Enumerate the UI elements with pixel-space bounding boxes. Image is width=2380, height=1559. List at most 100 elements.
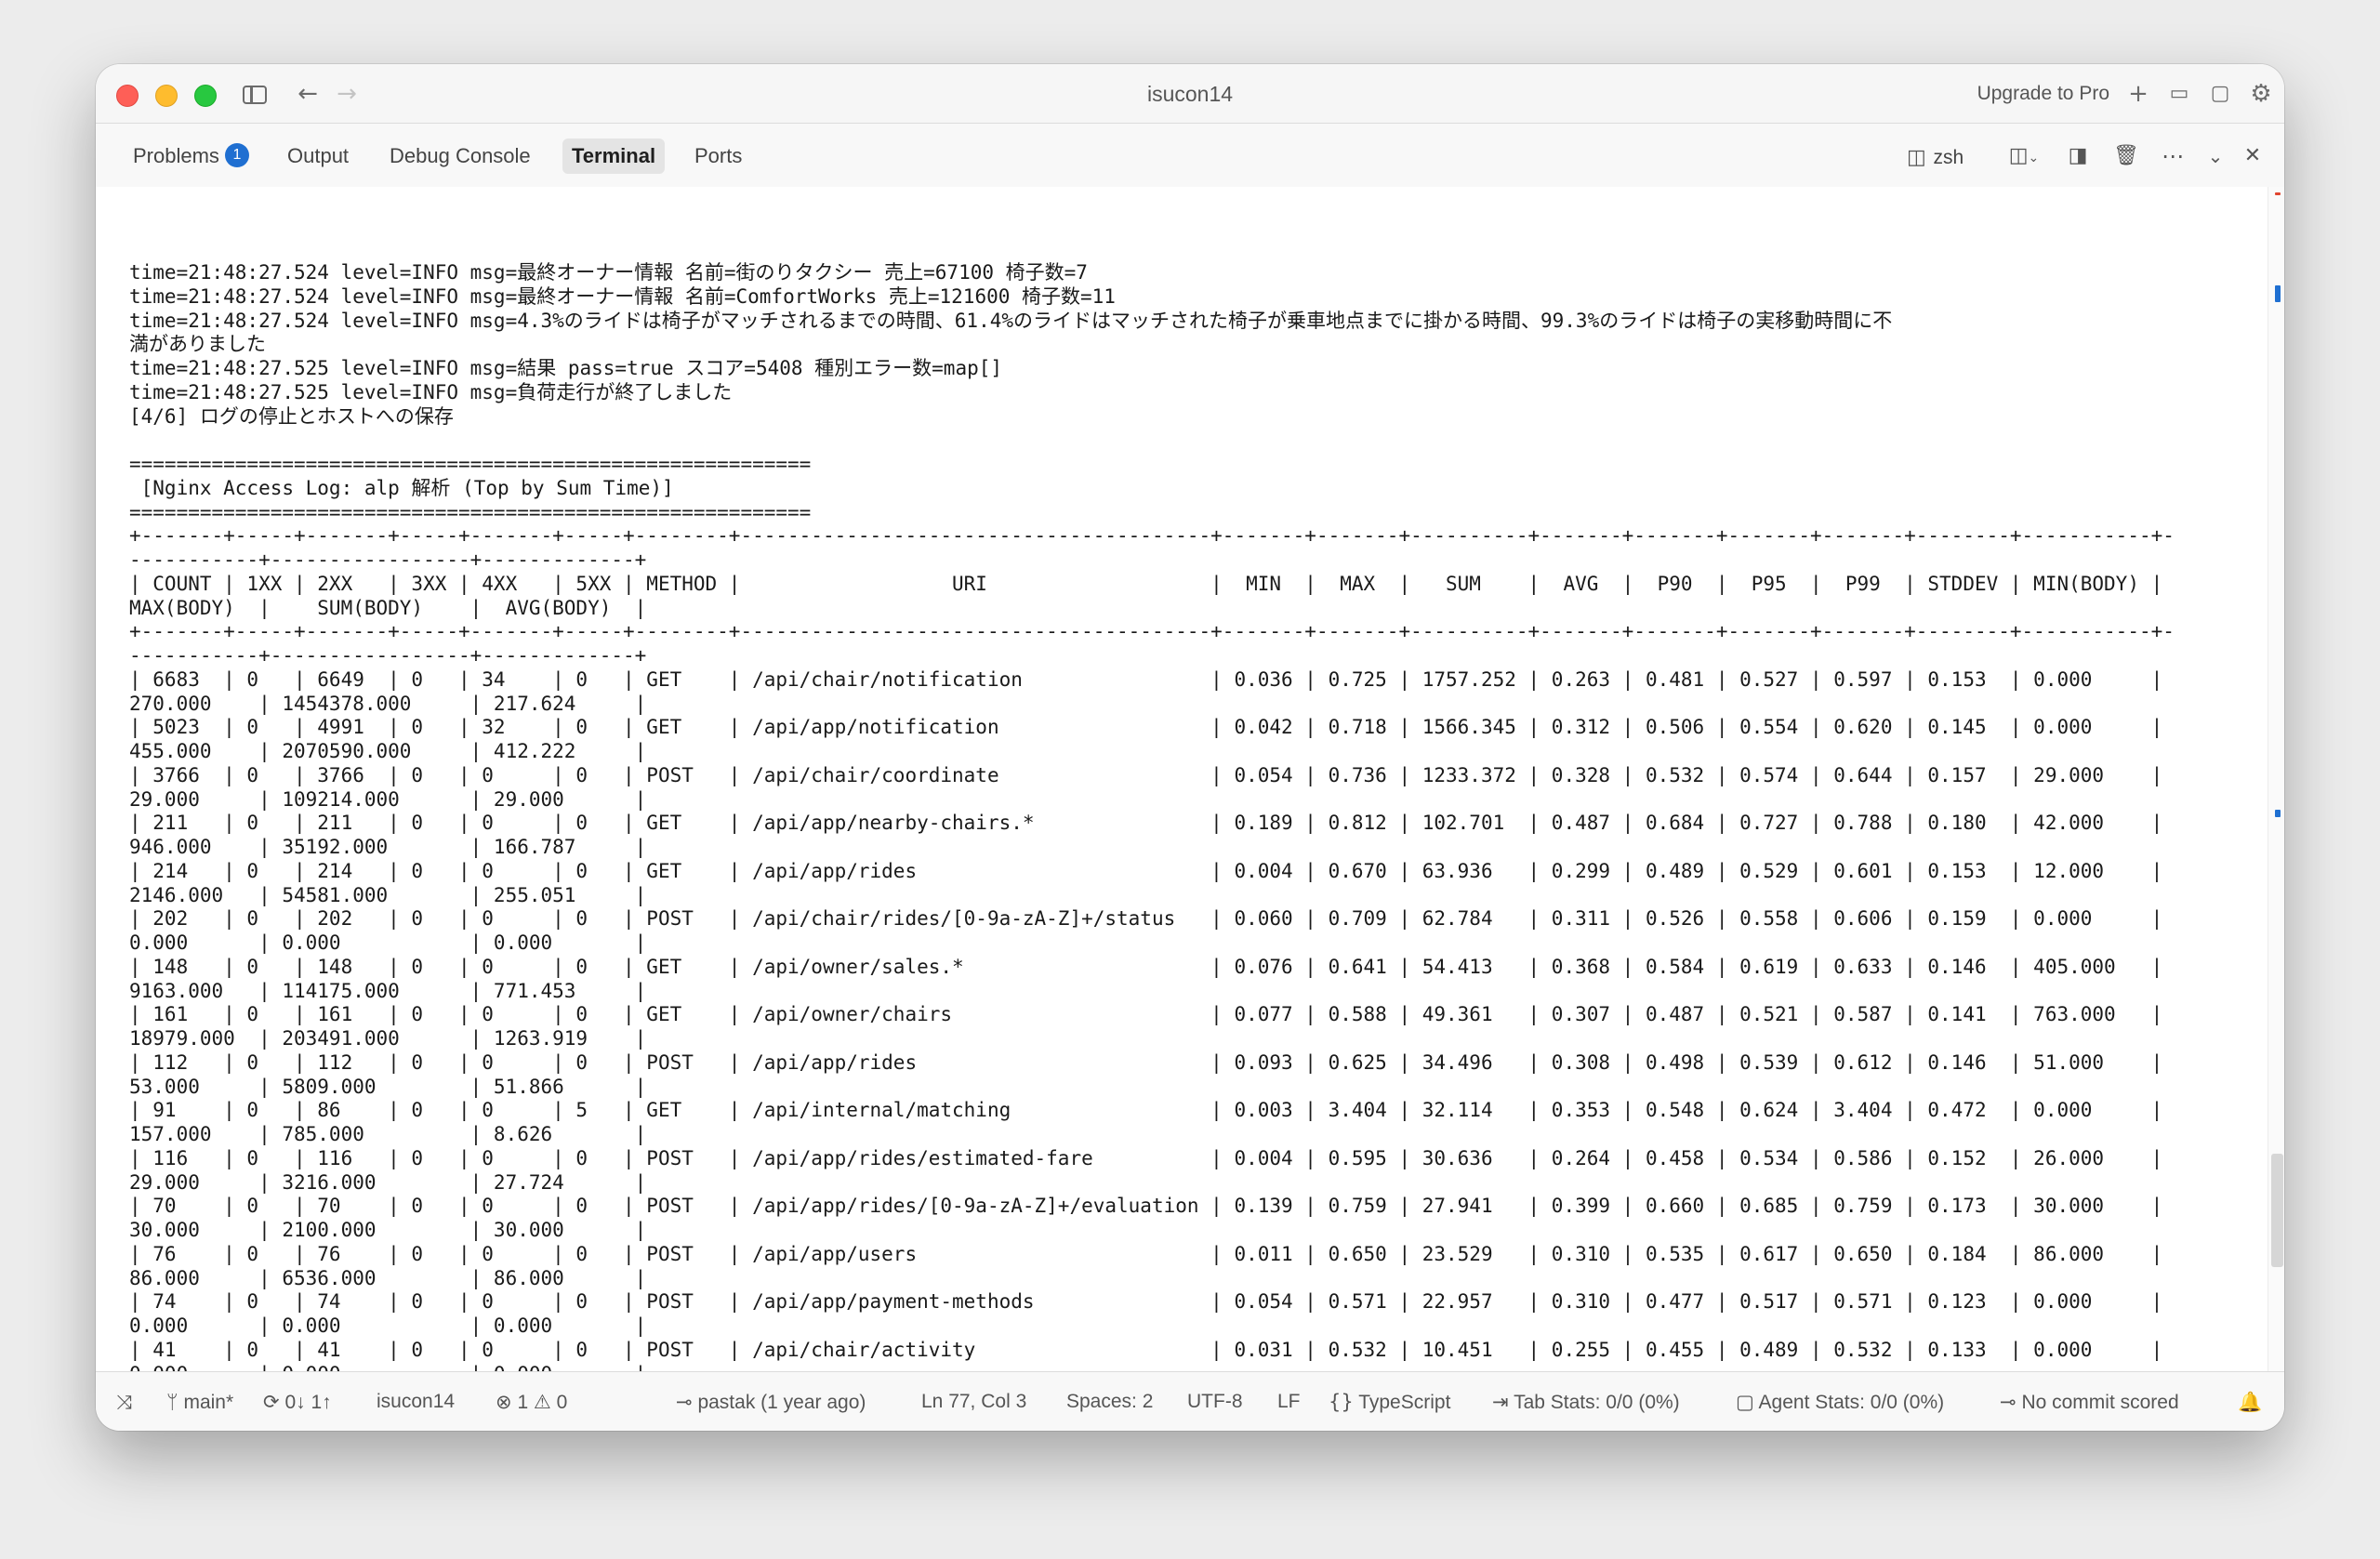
tab-ports[interactable]: Ports [685, 139, 751, 174]
tab-output[interactable]: Output [278, 139, 358, 174]
terminal-line: -----------+-----------------+----------… [129, 644, 647, 667]
indentation-status[interactable]: Spaces: 2 [1066, 1372, 1153, 1431]
title-bar: ← → isucon14 Upgrade to Pro + ▭ ▢ ⚙ [96, 64, 2284, 124]
sync-counts: 0↓ 1↑ [284, 1392, 332, 1413]
chat-icon: ▢ [1736, 1391, 1754, 1413]
terminal-line: 満がありました [129, 333, 266, 356]
encoding-status[interactable]: UTF-8 [1187, 1372, 1243, 1431]
chat-icon[interactable]: ▢ [2204, 77, 2236, 111]
terminal-line: | 74 | 0 | 74 | 0 | 0 | 0 | POST | /api/… [129, 1290, 2163, 1314]
commit-score[interactable]: ⊸ No commit scored [2000, 1372, 2179, 1431]
terminal-line: 0.000 | 0.000 | 0.000 | [129, 1363, 2175, 1372]
git-sync-status[interactable]: ⟳ 0↓ 1↑ [263, 1372, 332, 1431]
scroll-marker-change [2275, 285, 2281, 302]
terminal-line: | 6683 | 0 | 6649 | 0 | 34 | 0 | GET | /… [129, 667, 2163, 691]
scroll-thumb[interactable] [2271, 1154, 2283, 1267]
terminal-line: 86.000 | 6536.000 | 86.000 | [129, 1266, 647, 1289]
problems-count-badge: 1 [224, 143, 249, 168]
tab-label: Output [287, 144, 350, 167]
tab-terminal[interactable]: Terminal [562, 139, 666, 174]
terminal-scrollbar[interactable] [2268, 187, 2284, 1371]
plus-icon[interactable]: + [2122, 77, 2154, 111]
status-bar: ⤨ ᛘ main* ⟳ 0↓ 1↑ isucon14 ⊗ 1 ⚠ 0 ⊸ pas… [96, 1371, 2284, 1431]
terminal-line: 946.000 | 35192.000 | 166.787 | [129, 836, 647, 858]
tab-debug-console[interactable]: Debug Console [380, 139, 540, 174]
error-count: 1 [517, 1392, 529, 1413]
terminal-line: 2146.000 | 54581.000 | 255.051 | [129, 883, 647, 906]
tab-label: Debug Console [390, 144, 531, 167]
sync-icon: ⟳ [263, 1391, 280, 1413]
terminal-line: | 76 | 0 | 76 | 0 | 0 | 0 | POST | /api/… [129, 1242, 2163, 1265]
panel-layout-icon[interactable]: ▭ [2163, 77, 2195, 111]
terminal-line: | 148 | 0 | 148 | 0 | 0 | 0 | GET | /api… [129, 955, 2163, 978]
cursor-position[interactable]: Ln 77, Col 3 [921, 1372, 1026, 1431]
braces-icon: {} [1329, 1391, 1354, 1413]
terminal-line: time=21:48:27.525 level=INFO msg=負荷走行が終了… [129, 380, 733, 403]
upgrade-to-pro-link[interactable]: Upgrade to Pro [1977, 64, 2109, 124]
remote-icon[interactable]: ⤨ [116, 1372, 132, 1431]
terminal-icon: ◫ [1907, 146, 1926, 169]
terminal-line: | 214 | 0 | 214 | 0 | 0 | 0 | GET | /api… [129, 859, 2163, 882]
terminal-line: +-------+-----+-------+-----+-------+---… [129, 524, 2175, 548]
terminal-line: | 161 | 0 | 161 | 0 | 0 | 0 | GET | /api… [129, 1003, 2163, 1026]
terminal-line: 18979.000 | 203491.000 | 1263.919 | [129, 1027, 647, 1050]
terminal-line: | 91 | 0 | 86 | 0 | 0 | 5 | GET | /api/i… [129, 1099, 2163, 1122]
gear-icon[interactable]: ⚙ [2245, 77, 2277, 111]
agent-stats-text: Agent Stats: 0/0 (0%) [1758, 1392, 1945, 1413]
terminal-text: time=21:48:27.524 level=INFO msg=最終オーナー情… [129, 261, 2175, 1371]
blame-text: pastak (1 year ago) [697, 1392, 866, 1413]
terminal-line: 455.000 | 2070590.000 | 412.222 | [129, 740, 647, 762]
terminal-line: 30.000 | 2100.000 | 30.000 | [129, 1219, 647, 1241]
terminal-line: 0.000 | 0.000 | 0.000 | [129, 1315, 647, 1337]
terminal-layout-icon: ◫ [2008, 144, 2029, 167]
terminal-line: time=21:48:27.524 level=INFO msg=4.3%のライ… [129, 309, 1893, 332]
ellipsis-icon[interactable]: ⋯ [2156, 139, 2189, 174]
git-blame-status[interactable]: ⊸ pastak (1 year ago) [676, 1372, 866, 1431]
tab-problems[interactable]: Problems 1 [124, 139, 258, 174]
workspace-name[interactable]: isucon14 [377, 1372, 455, 1431]
terminal-line: | 116 | 0 | 116 | 0 | 0 | 0 | POST | /ap… [129, 1146, 2163, 1169]
tab-stats-text: Tab Stats: 0/0 (0%) [1514, 1392, 1680, 1413]
terminal-line: time=21:48:27.525 level=INFO msg=結果 pass… [129, 357, 1003, 379]
tab-label: Ports [694, 144, 743, 167]
bell-icon[interactable]: 🔔 [2238, 1372, 2262, 1431]
terminal-output[interactable]: time=21:48:27.524 level=INFO msg=最終オーナー情… [96, 187, 2284, 1371]
chevron-down-icon: ⌄ [2028, 151, 2040, 165]
commit-icon: ⊸ [676, 1391, 693, 1413]
scroll-marker-change [2275, 810, 2281, 817]
eol-status[interactable]: LF [1277, 1372, 1301, 1431]
terminal-line: | 112 | 0 | 112 | 0 | 0 | 0 | POST | /ap… [129, 1050, 2163, 1074]
scroll-marker-error [2275, 192, 2281, 195]
agent-stats[interactable]: ▢ Agent Stats: 0/0 (0%) [1736, 1372, 1944, 1431]
close-icon[interactable]: ✕ [2236, 139, 2269, 174]
terminal-line: | COUNT | 1XX | 2XX | 3XX | 4XX | 5XX | … [129, 572, 2163, 595]
branch-name: main* [183, 1392, 234, 1413]
language-mode[interactable]: {} TypeScript [1329, 1372, 1450, 1431]
terminal-line: | 41 | 0 | 41 | 0 | 0 | 0 | POST | /api/… [129, 1338, 2163, 1361]
trash-icon[interactable]: 🗑 [2109, 139, 2143, 174]
problems-status[interactable]: ⊗ 1 ⚠ 0 [496, 1372, 567, 1431]
split-terminal-icon[interactable]: ◨ [2061, 139, 2095, 174]
new-terminal-dropdown[interactable]: ◫⌄ [1998, 139, 2050, 174]
terminal-line: 53.000 | 5809.000 | 51.866 | [129, 1075, 647, 1098]
terminal-line: 9163.000 | 114175.000 | 771.453 | [129, 979, 647, 1002]
terminal-line: 270.000 | 1454378.000 | 217.624 | [129, 692, 647, 715]
terminal-line: | 3766 | 0 | 3766 | 0 | 0 | 0 | POST | /… [129, 763, 2163, 786]
warning-count: 0 [556, 1392, 568, 1413]
warning-icon: ⚠ [533, 1391, 551, 1413]
terminal-line: time=21:48:27.524 level=INFO msg=最終オーナー情… [129, 261, 1088, 284]
terminal-line: 29.000 | 109214.000 | 29.000 | [129, 787, 647, 811]
chevron-down-icon[interactable]: ⌄ [2199, 139, 2232, 174]
git-branch-status[interactable]: ᛘ main* [166, 1372, 233, 1431]
language-name: TypeScript [1358, 1392, 1451, 1413]
terminal-line: time=21:48:27.524 level=INFO msg=最終オーナー情… [129, 284, 1116, 308]
commit-score-text: No commit scored [2021, 1392, 2179, 1413]
terminal-line: 29.000 | 3216.000 | 27.724 | [129, 1170, 647, 1194]
tab-stats[interactable]: ⇥ Tab Stats: 0/0 (0%) [1492, 1372, 1680, 1431]
tab-label: Problems [133, 144, 219, 167]
terminal-line: | 202 | 0 | 202 | 0 | 0 | 0 | POST | /ap… [129, 907, 2163, 931]
terminal-line: | 70 | 0 | 70 | 0 | 0 | 0 | POST | /api/… [129, 1195, 2163, 1218]
window-title: isucon14 [1146, 82, 1234, 106]
terminal-selector[interactable]: ◫ zsh [1907, 139, 2000, 174]
